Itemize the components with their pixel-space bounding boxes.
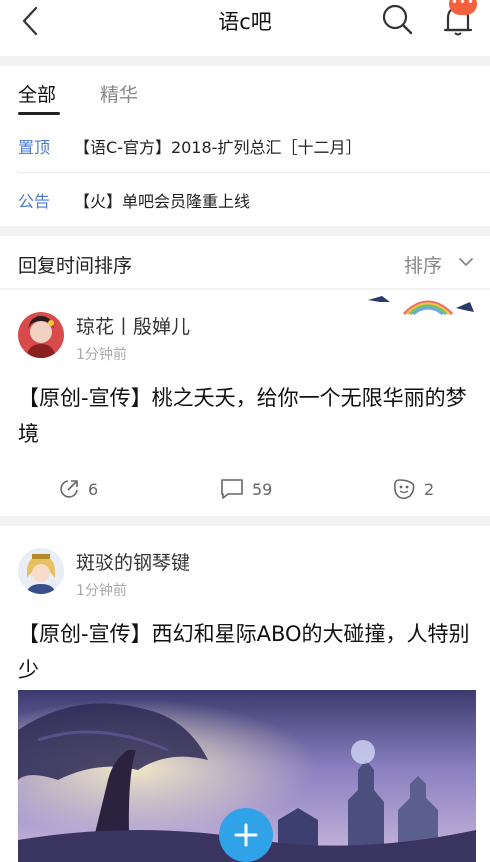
plus-icon: [234, 823, 258, 847]
tab-featured[interactable]: 精华: [100, 80, 138, 107]
tab-bar: 全部 精华: [0, 66, 490, 118]
post-card[interactable]: 琼花丨殷婵儿 1分钟前 【原创-宣传】桃之夭夭，给你一个无限华丽的梦境 6 59…: [0, 290, 490, 516]
share-count: 6: [88, 479, 99, 499]
divider: [0, 56, 490, 66]
sort-button[interactable]: 排序: [404, 251, 442, 278]
sort-mode-label: 回复时间排序: [18, 255, 133, 277]
share-action[interactable]: 6: [58, 478, 98, 500]
page-title: 语c吧: [218, 10, 272, 34]
post-time: 1分钟前: [76, 347, 127, 363]
share-icon: [60, 480, 78, 498]
like-action[interactable]: 2: [392, 478, 434, 500]
announcement-text: 【火】单吧会员隆重上线: [74, 192, 251, 211]
post-time: 1分钟前: [76, 583, 127, 599]
comment-count: 59: [252, 479, 273, 499]
chevron-down-icon[interactable]: [458, 254, 474, 270]
divider: [0, 516, 490, 526]
comment-action[interactable]: 59: [220, 478, 272, 500]
app-screen: 语c吧 ••• 全部 精华 置顶 【语C-官方】2018-扩列总汇［十二月］ 公…: [0, 0, 490, 862]
top-nav-bar: 语c吧 •••: [0, 0, 490, 56]
divider: [0, 226, 490, 236]
tab-all[interactable]: 全部: [18, 80, 56, 107]
post-author[interactable]: 斑驳的钢琴键: [76, 548, 190, 575]
post-author[interactable]: 琼花丨殷婵儿: [76, 312, 190, 339]
notice-list: 置顶 【语C-官方】2018-扩列总汇［十二月］ 公告 【火】单吧会员隆重上线: [0, 118, 490, 226]
pinned-notice-text: 【语C-官方】2018-扩列总汇［十二月］: [74, 138, 362, 157]
avatar[interactable]: [18, 312, 64, 358]
announcement-notice[interactable]: 公告 【火】单吧会员隆重上线: [0, 172, 490, 226]
like-count: 2: [424, 479, 435, 499]
search-icon[interactable]: [380, 2, 414, 36]
pinned-tag: 置顶: [18, 138, 51, 157]
sort-bar: 回复时间排序 排序: [0, 236, 490, 288]
pinned-notice[interactable]: 置顶 【语C-官方】2018-扩列总汇［十二月］: [0, 118, 490, 173]
post-title[interactable]: 【原创-宣传】西幻和星际ABO的大碰撞，人特别少: [18, 616, 478, 688]
rainbow-swallow-decoration: [368, 296, 474, 316]
active-tab-indicator: [18, 112, 60, 115]
like-icon: [394, 479, 415, 500]
post-title[interactable]: 【原创-宣传】桃之夭夭，给你一个无限华丽的梦境: [18, 380, 478, 452]
comment-icon: [221, 479, 243, 499]
avatar[interactable]: [18, 548, 64, 594]
announcement-tag: 公告: [18, 192, 51, 211]
new-post-button[interactable]: [219, 808, 273, 862]
